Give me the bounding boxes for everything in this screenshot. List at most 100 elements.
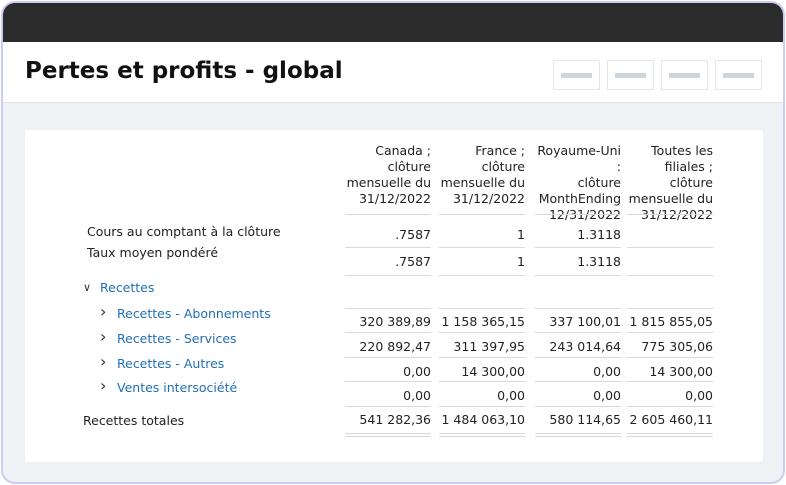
cell-value: 541 282,36 xyxy=(359,412,431,427)
chevron-right-icon[interactable]: › xyxy=(100,302,106,321)
cell-value: 320 389,89 xyxy=(359,314,431,329)
cell-value: 1 484 063,10 xyxy=(441,412,526,427)
column-header-line: Royaume-Uni : xyxy=(537,143,621,174)
divider xyxy=(627,357,713,358)
column-header-line: 12/31/2022 xyxy=(548,207,621,222)
divider xyxy=(627,247,713,248)
total-underline xyxy=(439,436,525,437)
cell-value: .7587 xyxy=(395,227,431,242)
divider xyxy=(345,332,431,333)
chevron-right-icon[interactable]: › xyxy=(100,352,106,371)
cell-value: 311 397,95 xyxy=(453,339,525,354)
cell-value: 0,00 xyxy=(593,364,621,379)
report-table: Canada ; clôture mensuelle du 31/12/2022 Fra… xyxy=(25,130,763,462)
divider xyxy=(627,308,713,309)
cell-value: 1 815 855,05 xyxy=(629,314,714,329)
column-header-line: mensuelle du xyxy=(346,175,431,190)
divider xyxy=(627,406,713,407)
cell-value: .7587 xyxy=(395,254,431,269)
cell-value: 0,00 xyxy=(497,388,525,403)
divider xyxy=(345,357,431,358)
column-header-line: Canada ; xyxy=(375,143,431,158)
column-header-line: filiales ; clôture xyxy=(664,159,713,190)
cell-value: 0,00 xyxy=(593,388,621,403)
divider xyxy=(345,214,431,215)
toolbar-button-3[interactable] xyxy=(661,60,708,90)
total-underline xyxy=(345,436,431,437)
cell-value: 2 605 460,11 xyxy=(629,412,714,427)
column-header-line: 31/12/2022 xyxy=(452,191,525,206)
chevron-right-icon[interactable]: › xyxy=(100,376,106,395)
divider xyxy=(535,275,621,276)
divider xyxy=(627,332,713,333)
divider xyxy=(535,247,621,248)
divider xyxy=(439,332,525,333)
column-header-line: clôture xyxy=(387,159,431,174)
cell-value: 243 014,64 xyxy=(549,339,621,354)
row-label: Taux moyen pondéré xyxy=(87,245,219,260)
divider xyxy=(535,357,621,358)
chevron-down-icon[interactable]: ∨ xyxy=(83,281,91,294)
divider xyxy=(535,381,621,382)
divider xyxy=(627,381,713,382)
divider xyxy=(439,275,525,276)
total-underline xyxy=(439,433,525,434)
column-header-line: 31/12/2022 xyxy=(640,207,713,222)
column-header-line: 31/12/2022 xyxy=(358,191,431,206)
column-header-line: Toutes les xyxy=(651,143,713,158)
cell-value: 14 300,00 xyxy=(461,364,525,379)
column-header-line: clôture xyxy=(577,175,621,190)
column-header-line: France ; xyxy=(475,143,525,158)
row-label[interactable]: Recettes - Abonnements xyxy=(117,306,271,321)
divider xyxy=(535,406,621,407)
divider xyxy=(439,406,525,407)
total-underline xyxy=(535,436,621,437)
app-window: Pertes et profits - global Canada ; clôtu… xyxy=(1,1,785,484)
divider xyxy=(439,308,525,309)
column-header-line: clôture xyxy=(481,159,525,174)
cell-value: 14 300,00 xyxy=(649,364,713,379)
row-label[interactable]: Recettes xyxy=(100,280,154,295)
cell-value: 0,00 xyxy=(403,388,431,403)
toolbar-button-2[interactable] xyxy=(607,60,654,90)
cell-value: 220 892,47 xyxy=(359,339,431,354)
row-label[interactable]: Recettes - Services xyxy=(117,331,237,346)
cell-value: 337 100,01 xyxy=(549,314,621,329)
divider xyxy=(439,357,525,358)
row-label[interactable]: Ventes intersociété xyxy=(117,380,237,395)
cell-value: 0,00 xyxy=(685,388,713,403)
toolbar-button-4[interactable] xyxy=(715,60,762,90)
divider xyxy=(345,275,431,276)
row-label: Cours au comptant à la clôture xyxy=(87,224,281,239)
divider xyxy=(345,406,431,407)
cell-value: 1 xyxy=(517,254,525,269)
cell-value: 0,00 xyxy=(403,364,431,379)
divider xyxy=(439,214,525,215)
total-underline xyxy=(345,433,431,434)
column-header-line: mensuelle du xyxy=(628,191,713,206)
cell-value: 1.3118 xyxy=(577,254,621,269)
cell-value: 1 158 365,15 xyxy=(441,314,526,329)
chevron-right-icon[interactable]: › xyxy=(100,327,106,346)
divider xyxy=(345,308,431,309)
divider xyxy=(439,381,525,382)
column-header-line: mensuelle du xyxy=(440,175,525,190)
divider xyxy=(627,275,713,276)
column-header: Royaume-Uni : clôture MonthEnding 12/31/202… xyxy=(531,143,621,223)
total-underline xyxy=(627,436,713,437)
cell-value: 1 xyxy=(517,227,525,242)
row-label[interactable]: Recettes - Autres xyxy=(117,356,224,371)
divider xyxy=(627,214,713,215)
divider xyxy=(535,214,621,215)
column-header: Canada ; clôture mensuelle du 31/12/2022 xyxy=(341,143,431,207)
divider xyxy=(345,247,431,248)
divider xyxy=(535,332,621,333)
cell-value: 775 305,06 xyxy=(641,339,713,354)
column-header-line: MonthEnding xyxy=(538,191,621,206)
toolbar-button-1[interactable] xyxy=(553,60,600,90)
divider xyxy=(439,247,525,248)
top-bar xyxy=(3,3,783,42)
page-header: Pertes et profits - global xyxy=(3,42,783,103)
row-label: Recettes totales xyxy=(83,413,185,428)
total-underline xyxy=(535,433,621,434)
